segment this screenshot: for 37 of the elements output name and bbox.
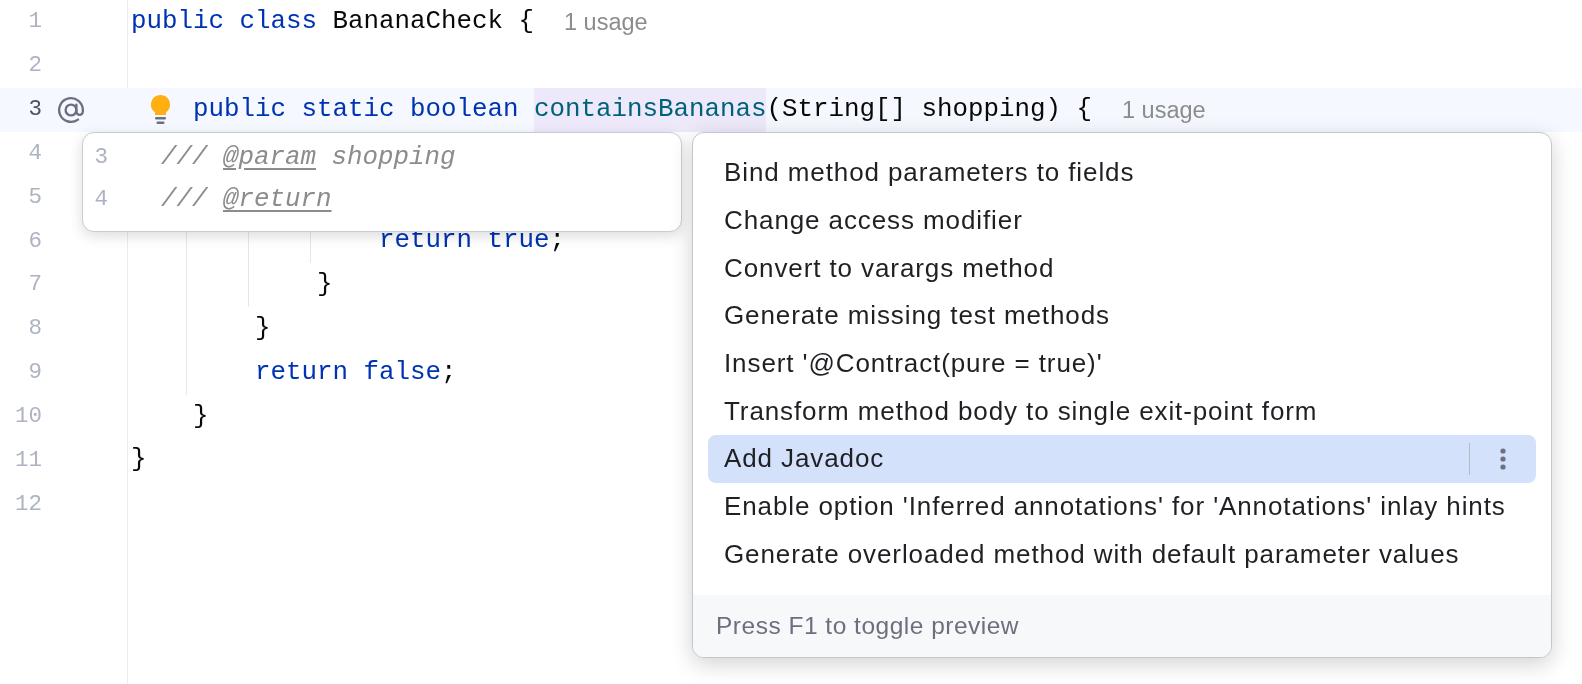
line-number: 4 <box>93 185 108 213</box>
more-options-icon[interactable] <box>1500 447 1506 470</box>
line-number: 11 <box>14 446 42 474</box>
comment-line: /// @param shopping <box>161 141 456 173</box>
code-line: public class BananaCheck { <box>131 5 534 38</box>
intention-item[interactable]: Change access modifier <box>708 196 1536 245</box>
code-line: return true; <box>379 224 565 258</box>
line-number: 12 <box>14 490 42 518</box>
line-number: 4 <box>27 139 42 167</box>
lightbulb-icon[interactable] <box>150 95 171 125</box>
code-line: } <box>317 268 333 302</box>
line-number: 6 <box>27 227 42 255</box>
at-sign-icon[interactable] <box>57 95 85 124</box>
line-number: 5 <box>27 183 42 211</box>
line-number: 2 <box>27 52 42 80</box>
line-number: 3 <box>27 96 42 124</box>
line-number: 7 <box>27 271 42 299</box>
line-number: 8 <box>27 315 42 343</box>
line-number: 10 <box>14 403 42 430</box>
line-number: 3 <box>93 143 108 171</box>
footer-hint-text: Press F1 to toggle preview <box>716 611 1020 641</box>
intention-item[interactable]: Bind method parameters to fields <box>708 149 1536 197</box>
line-number: 9 <box>27 359 42 387</box>
line-number: 1 <box>27 8 42 36</box>
code-line: public static boolean containsBananas(String[] shopping) { <box>193 87 1092 132</box>
code-line: } <box>131 443 147 477</box>
intention-item[interactable]: Transform method body to single exit-point form <box>708 387 1536 436</box>
code-line: return false; <box>255 355 457 389</box>
code-line: } <box>193 399 209 433</box>
intention-item[interactable]: Convert to varargs method <box>708 244 1536 293</box>
intention-item[interactable]: Generate overloaded method with default parameter values <box>708 530 1536 579</box>
intention-item[interactable]: Add Javadoc <box>708 435 1536 483</box>
intention-item[interactable]: Insert '@Contract(pure = true)' <box>708 339 1536 388</box>
intention-item[interactable]: Generate missing test methods <box>708 292 1536 340</box>
intention-item[interactable]: Enable option 'Inferred annotations' for 'Annotations' inlay hints <box>708 482 1536 531</box>
comment-line: /// @return <box>161 183 332 215</box>
code-line: } <box>255 311 271 345</box>
